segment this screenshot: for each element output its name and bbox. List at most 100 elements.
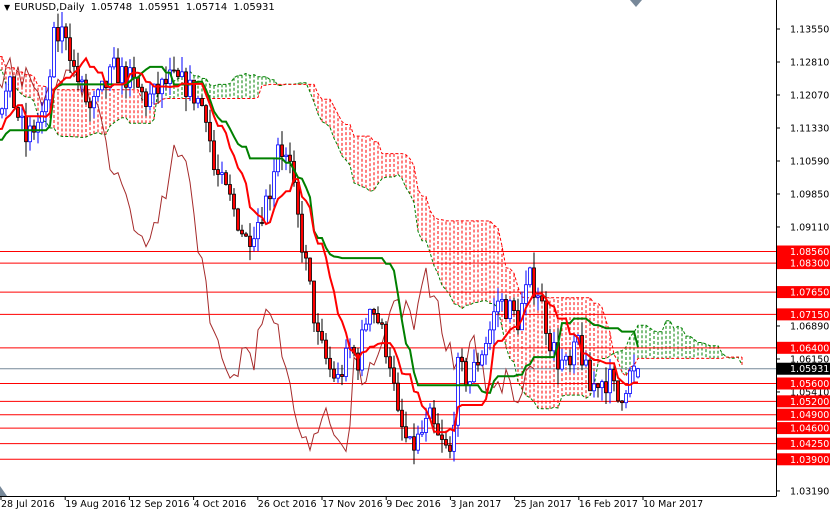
- candle-body: [100, 80, 104, 91]
- candle: [284, 147, 288, 171]
- candle: [252, 226, 256, 252]
- candle-body: [624, 393, 628, 404]
- candle-body: [204, 105, 208, 123]
- candle-body: [236, 208, 240, 231]
- candle: [368, 308, 372, 332]
- candle-body: [464, 361, 468, 386]
- candle: [548, 328, 552, 358]
- level-price-label: 1.04900: [790, 410, 829, 421]
- candle: [624, 390, 628, 409]
- candle: [496, 288, 500, 328]
- candle-body: [484, 343, 488, 356]
- candle-body: [612, 369, 616, 382]
- candle: [300, 200, 304, 263]
- candle-body: [628, 370, 632, 394]
- candle-body: [248, 235, 252, 247]
- kijun-sen-line: [0, 65, 639, 394]
- dropdown-triangle-icon[interactable]: ▼: [4, 3, 10, 12]
- candle: [616, 380, 620, 403]
- candle-body: [636, 368, 640, 378]
- candle: [484, 336, 488, 365]
- candle-body: [404, 426, 408, 439]
- price-tick-label: 1.12070: [790, 90, 829, 101]
- candle: [528, 266, 532, 288]
- candle: [244, 231, 248, 237]
- candle-body: [596, 383, 600, 389]
- candle-body: [288, 154, 292, 162]
- candle-body: [224, 172, 228, 185]
- open-value: 1.05748: [90, 2, 133, 13]
- candle-body: [284, 154, 288, 157]
- candle-body: [52, 27, 56, 78]
- candle-body: [592, 383, 596, 392]
- candle-body: [324, 339, 328, 359]
- candle-body: [380, 322, 384, 325]
- price-chart[interactable]: 1.13550 1.12810 1.12070 1.11330 1.10590 1.098…: [0, 0, 830, 510]
- candle: [120, 57, 124, 95]
- candle: [400, 398, 404, 441]
- candle: [64, 23, 68, 51]
- candle-body: [632, 365, 636, 372]
- price-tick-label: 1.11330: [790, 123, 829, 134]
- candle-body: [508, 300, 512, 320]
- candle-body: [20, 115, 24, 118]
- candle-body: [468, 381, 472, 386]
- candle-body: [548, 333, 552, 352]
- candle: [480, 350, 484, 367]
- candle: [472, 349, 476, 384]
- candle-body: [432, 407, 436, 425]
- candle-body: [68, 37, 72, 61]
- candle: [160, 77, 164, 109]
- candle-body: [496, 300, 500, 313]
- candle-body: [392, 367, 396, 384]
- price-tick-label: 1.10590: [790, 156, 829, 167]
- candle-body: [476, 361, 480, 366]
- candle-body: [460, 356, 464, 363]
- price-tick-label: 1.06890: [790, 321, 829, 332]
- candle: [4, 82, 8, 117]
- candle-body: [416, 433, 420, 451]
- candle-body: [524, 284, 528, 304]
- candle: [156, 71, 160, 104]
- time-tick-label: 12 Sep 2016: [129, 499, 189, 510]
- candle: [208, 109, 212, 153]
- candle: [0, 107, 4, 119]
- candle: [268, 184, 272, 211]
- level-price-label: 1.08560: [790, 247, 829, 258]
- candle-body: [368, 308, 372, 325]
- candle: [280, 131, 284, 171]
- time-tick-label: 16 Feb 2017: [579, 499, 638, 510]
- candle: [84, 73, 88, 105]
- candle: [140, 83, 144, 101]
- candle: [440, 419, 444, 453]
- level-price-label: 1.04250: [790, 439, 829, 450]
- candle: [56, 13, 60, 52]
- candle-body: [264, 195, 268, 224]
- candle: [88, 98, 92, 122]
- candle: [112, 47, 116, 70]
- candle: [416, 425, 420, 454]
- candle-body: [148, 93, 152, 107]
- candle-body: [172, 69, 176, 72]
- candle-body: [60, 26, 64, 42]
- candle-body: [564, 355, 568, 361]
- candle-body: [28, 125, 32, 143]
- candle-body: [240, 229, 244, 235]
- candle: [12, 76, 16, 108]
- candle: [632, 354, 636, 382]
- candle-body: [92, 96, 96, 109]
- candle: [396, 372, 400, 413]
- candle-body: [480, 354, 484, 366]
- level-price-label: 1.05600: [790, 379, 829, 390]
- candle: [240, 224, 244, 238]
- candle-body: [340, 374, 344, 377]
- candle-body: [72, 60, 76, 67]
- candle: [560, 348, 564, 372]
- level-price-label: 1.03900: [790, 455, 829, 466]
- candle: [184, 67, 188, 112]
- candle: [16, 106, 20, 122]
- time-tick-label: 10 Mar 2017: [643, 499, 703, 510]
- candle-body: [440, 434, 444, 440]
- candle: [328, 346, 332, 378]
- candle-body: [216, 169, 220, 175]
